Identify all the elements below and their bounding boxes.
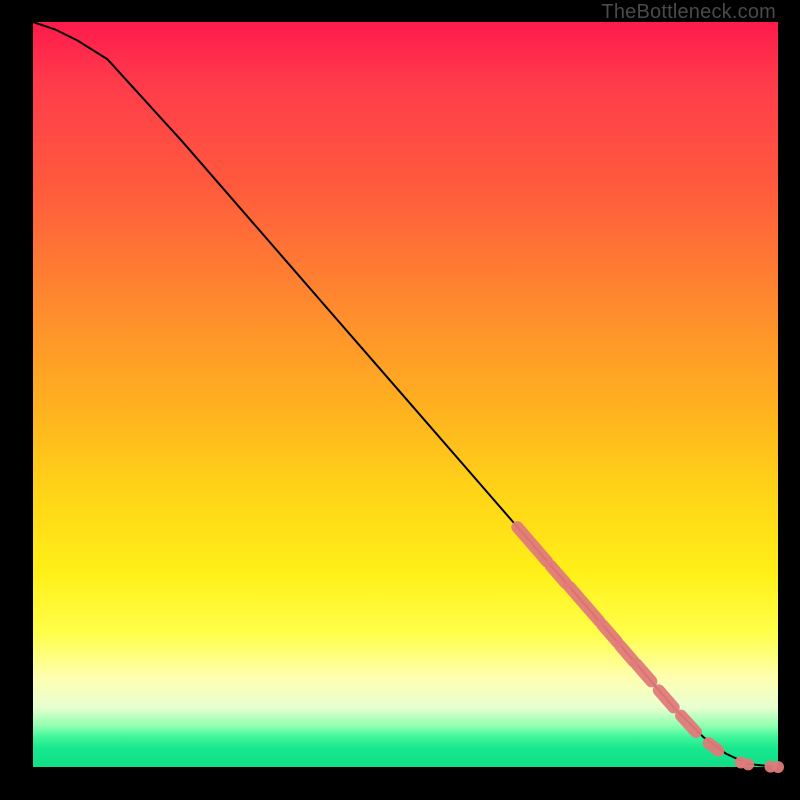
highlight-segment [659,690,674,707]
highlight-segments [517,527,718,751]
watermark-label: TheBottleneck.com [601,1,776,24]
chart-overlay [33,22,778,767]
highlight-segment [709,743,719,750]
highlight-dot [772,761,784,773]
highlight-segment [602,625,617,642]
highlight-segment [681,716,696,732]
curve-line [33,22,778,767]
highlight-segment [517,527,547,561]
highlight-segment [551,566,566,583]
highlight-segment [569,587,599,621]
highlight-dot [742,758,754,770]
highlight-segment [637,664,652,681]
highlight-segment [620,646,633,662]
